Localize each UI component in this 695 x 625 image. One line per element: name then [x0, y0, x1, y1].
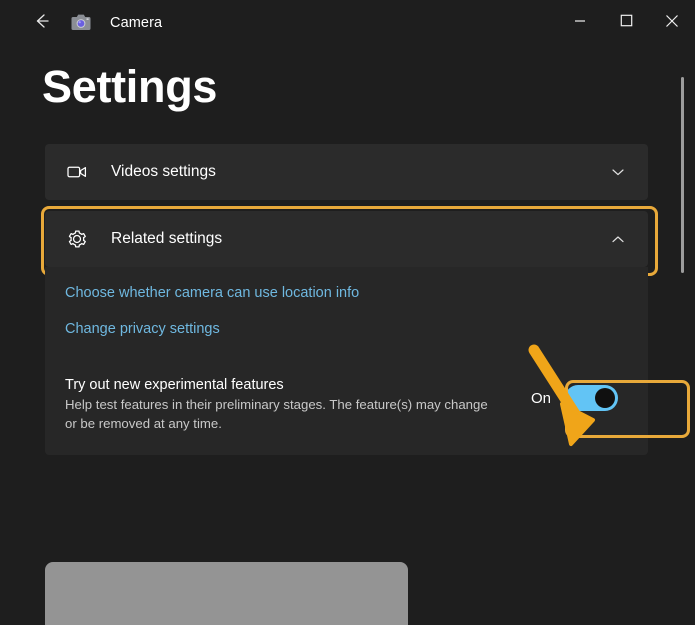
experimental-features-text: Try out new experimental features Help t… — [65, 377, 517, 433]
card-related-settings[interactable]: Related settings — [45, 211, 648, 267]
minimize-icon — [574, 14, 586, 32]
chevron-up-icon[interactable] — [606, 231, 630, 247]
back-arrow-icon — [31, 10, 53, 37]
settings-page: Settings Videos settings Related setting… — [0, 46, 695, 625]
experimental-features-description: Help test features in their preliminary … — [65, 397, 488, 431]
toggle-knob — [595, 388, 615, 408]
experimental-features-row: Try out new experimental features Help t… — [65, 377, 628, 433]
page-title: Settings — [42, 61, 218, 112]
card-related-settings-wrapper: Related settings — [0, 206, 695, 276]
camera-preview-placeholder — [45, 562, 408, 625]
app-title: Camera — [110, 15, 163, 31]
toggle-state-label: On — [530, 389, 551, 407]
camera-app-icon — [70, 12, 92, 34]
card-videos-settings[interactable]: Videos settings — [45, 144, 648, 200]
card-videos-settings-header[interactable]: Videos settings — [45, 144, 648, 200]
minimize-button[interactable] — [557, 0, 603, 46]
card-related-settings-header[interactable]: Related settings — [45, 211, 648, 267]
settings-card-list: Videos settings Related settings Choose … — [0, 144, 695, 456]
experimental-features-toggle[interactable] — [565, 385, 618, 411]
window-controls — [557, 0, 695, 46]
gear-icon — [65, 228, 89, 250]
back-button[interactable] — [22, 7, 62, 39]
chevron-down-icon[interactable] — [606, 164, 630, 180]
maximize-button[interactable] — [603, 0, 649, 46]
card-related-settings-label: Related settings — [111, 230, 223, 247]
maximize-icon — [620, 14, 633, 32]
experimental-features-toggle-group[interactable]: On — [517, 377, 628, 419]
link-camera-location-info[interactable]: Choose whether camera can use location i… — [65, 285, 359, 301]
close-button[interactable] — [649, 0, 695, 46]
card-videos-settings-label: Videos settings — [111, 163, 216, 180]
video-camera-icon — [65, 161, 89, 183]
experimental-features-title: Try out new experimental features — [65, 377, 284, 393]
title-bar: Camera — [0, 0, 695, 46]
vertical-scrollbar[interactable] — [677, 46, 691, 625]
related-settings-expanded-panel: Choose whether camera can use location i… — [45, 267, 690, 456]
scrollbar-thumb[interactable] — [681, 77, 684, 273]
link-change-privacy-settings[interactable]: Change privacy settings — [65, 321, 220, 337]
close-icon — [665, 14, 679, 33]
